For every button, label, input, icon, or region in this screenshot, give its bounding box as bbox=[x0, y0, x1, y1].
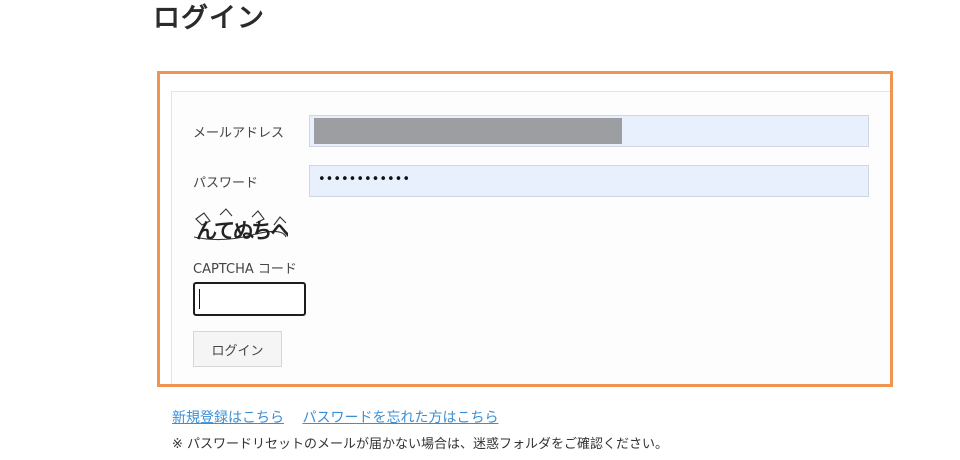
password-label: パスワード bbox=[193, 176, 259, 191]
page-title: ログイン bbox=[153, 3, 265, 34]
email-label: メールアドレス bbox=[193, 126, 285, 141]
password-masked-value: •••••••••••• bbox=[318, 172, 411, 187]
register-link[interactable]: 新規登録はこちら bbox=[172, 410, 284, 426]
text-caret bbox=[199, 289, 200, 309]
captcha-label: CAPTCHA コード bbox=[193, 262, 297, 277]
auth-links: 新規登録はこちら パスワードを忘れた方はこちら bbox=[172, 407, 512, 427]
captcha-input[interactable] bbox=[193, 282, 306, 316]
captcha-text: んてぬちへ bbox=[196, 219, 288, 243]
email-redaction bbox=[314, 118, 622, 144]
login-button[interactable]: ログイン bbox=[193, 331, 282, 367]
password-reset-notice: ※ パスワードリセットのメールが届かない場合は、迷惑フォルダをご確認ください。 bbox=[172, 437, 669, 452]
login-page: ログイン メールアドレス パスワード •••••••••••• んてぬちへ CA… bbox=[0, 0, 960, 460]
captcha-image: んてぬちへ bbox=[193, 208, 288, 243]
forgot-password-link[interactable]: パスワードを忘れた方はこちら bbox=[302, 410, 498, 426]
